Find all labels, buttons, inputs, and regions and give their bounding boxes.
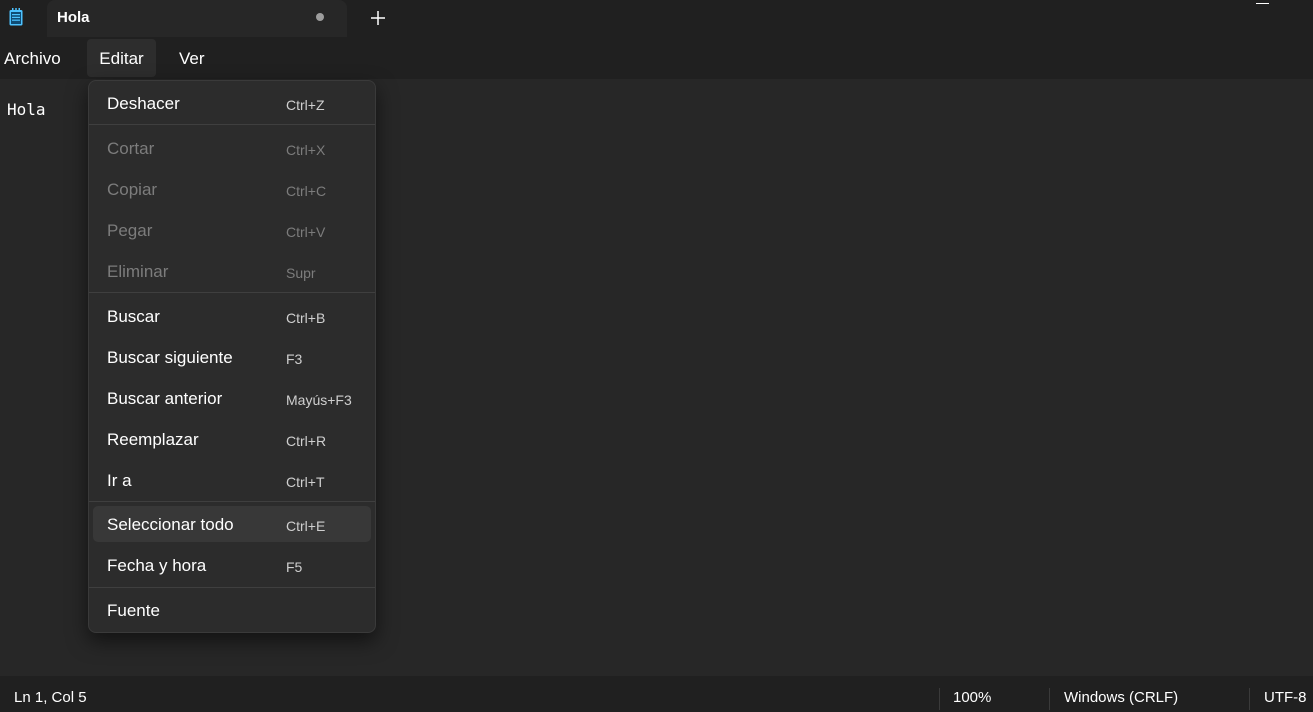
status-bar: Ln 1, Col 5 100% Windows (CRLF) UTF-8 (0, 676, 1313, 712)
menu-item-shortcut: Ctrl+B (286, 310, 326, 326)
menu-editar[interactable]: Editar (87, 39, 156, 77)
unsaved-dot-icon[interactable] (316, 13, 324, 21)
menu-item-ir-a[interactable]: Ir a Ctrl+T (93, 462, 371, 500)
menu-item-fuente[interactable]: Fuente (93, 593, 371, 629)
menu-item-label: Fecha y hora (107, 556, 207, 575)
menu-ver[interactable]: Ver (175, 39, 209, 77)
menu-divider (89, 501, 375, 502)
menu-item-pegar[interactable]: Pegar Ctrl+V (93, 212, 371, 250)
menu-item-label: Buscar anterior (107, 389, 223, 408)
menu-item-label: Deshacer (107, 94, 180, 113)
menu-divider (89, 124, 375, 125)
cursor-position: Ln 1, Col 5 (14, 689, 87, 706)
menu-item-shortcut: Ctrl+R (286, 433, 327, 449)
new-tab-plus-icon[interactable] (366, 6, 390, 30)
menu-item-shortcut: Ctrl+X (286, 142, 326, 158)
menu-item-shortcut: Ctrl+T (286, 474, 325, 490)
menu-item-label: Pegar (107, 221, 153, 240)
menu-item-label: Ir a (107, 471, 132, 490)
encoding[interactable]: UTF-8 (1264, 689, 1307, 706)
tab-hola[interactable]: Hola (47, 0, 347, 37)
editor-content: Hola (7, 100, 46, 119)
menu-item-shortcut: Supr (286, 265, 316, 281)
status-divider (1249, 688, 1250, 710)
menu-item-copiar[interactable]: Copiar Ctrl+C (93, 171, 371, 209)
status-divider (939, 688, 940, 710)
title-bar: Hola (0, 0, 1313, 37)
menu-divider (89, 587, 375, 588)
menu-item-label: Eliminar (107, 262, 169, 281)
menu-item-label: Seleccionar todo (107, 515, 234, 534)
menu-item-seleccionar-todo[interactable]: Seleccionar todo Ctrl+E (93, 506, 371, 542)
menu-item-deshacer[interactable]: Deshacer Ctrl+Z (93, 85, 371, 123)
menu-item-label: Buscar (107, 307, 160, 326)
menu-item-buscar[interactable]: Buscar Ctrl+B (93, 298, 371, 336)
minimize-icon[interactable] (1256, 3, 1269, 4)
menu-item-eliminar[interactable]: Eliminar Supr (93, 253, 371, 291)
edit-menu-dropdown: Deshacer Ctrl+Z Cortar Ctrl+X Copiar Ctr… (88, 80, 376, 633)
menu-item-shortcut: F3 (286, 351, 303, 367)
notepad-app-icon (9, 8, 23, 26)
zoom-level[interactable]: 100% (953, 689, 991, 706)
menu-item-shortcut: Ctrl+C (286, 183, 327, 199)
menu-divider (89, 292, 375, 293)
tab-title: Hola (57, 9, 90, 26)
menu-item-label: Buscar siguiente (107, 348, 233, 367)
menu-item-cortar[interactable]: Cortar Ctrl+X (93, 130, 371, 168)
menu-item-label: Fuente (107, 601, 160, 620)
menu-item-label: Copiar (107, 180, 158, 199)
menu-item-fecha-y-hora[interactable]: Fecha y hora F5 (93, 548, 371, 586)
menu-item-buscar-anterior[interactable]: Buscar anterior Mayús+F3 (93, 380, 371, 418)
menu-item-shortcut: Ctrl+V (286, 224, 326, 240)
menu-item-shortcut: Ctrl+E (286, 518, 326, 534)
menu-item-label: Reemplazar (107, 430, 199, 449)
menu-item-shortcut: Ctrl+Z (286, 97, 325, 113)
menu-item-shortcut: F5 (286, 559, 303, 575)
menu-item-buscar-siguiente[interactable]: Buscar siguiente F3 (93, 339, 371, 377)
menu-archivo[interactable]: Archivo (0, 39, 65, 77)
status-divider (1049, 688, 1050, 710)
menu-item-shortcut: Mayús+F3 (286, 392, 352, 408)
menu-item-reemplazar[interactable]: Reemplazar Ctrl+R (93, 421, 371, 459)
line-ending[interactable]: Windows (CRLF) (1064, 689, 1178, 706)
menu-item-label: Cortar (107, 139, 155, 158)
menu-bar: Archivo Editar Ver (0, 37, 1313, 79)
